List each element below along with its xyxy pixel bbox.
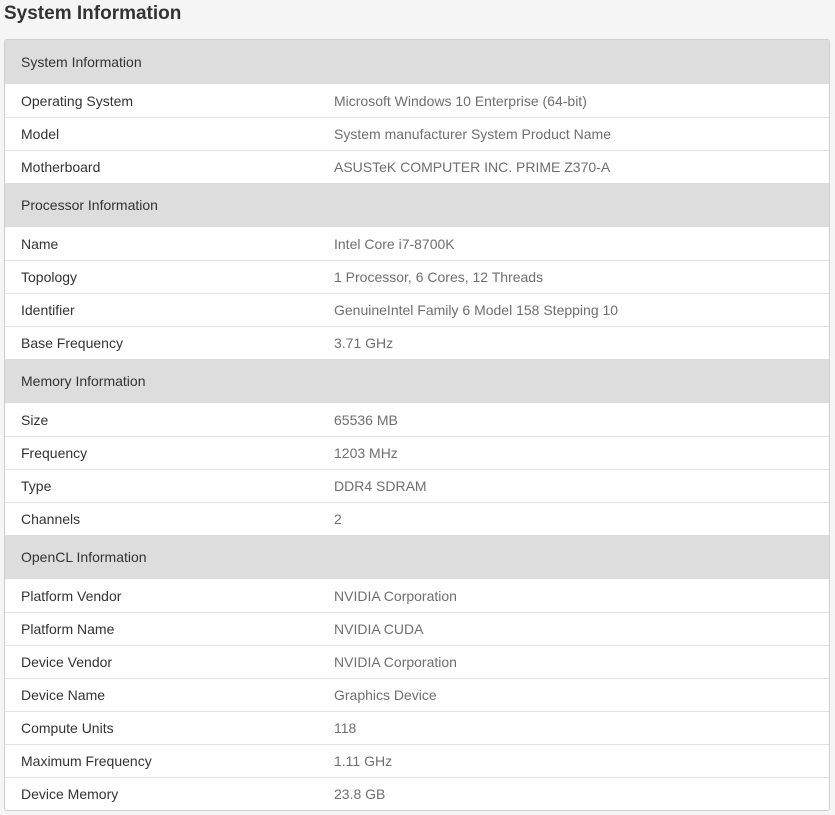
row-value: 3.71 GHz	[334, 335, 394, 351]
row-label: Base Frequency	[21, 335, 123, 351]
row-label: Topology	[21, 269, 78, 285]
row-label: Platform Name	[21, 621, 115, 637]
table-row: Device Vendor NVIDIA Corporation	[5, 645, 829, 678]
section-header-system: System Information	[5, 40, 829, 84]
row-label: Maximum Frequency	[21, 753, 152, 769]
row-label: Identifier	[21, 302, 75, 318]
row-value: 23.8 GB	[334, 786, 386, 802]
page-title: System Information	[4, 3, 182, 24]
table-row: Device Memory 23.8 GB	[5, 777, 829, 810]
table-row: Channels 2	[5, 502, 829, 535]
row-label: Device Name	[21, 687, 106, 703]
row-label: Size	[21, 411, 49, 428]
row-value: Graphics Device	[334, 687, 437, 703]
row-label: Frequency	[21, 445, 88, 461]
row-value: Intel Core i7-8700K	[334, 235, 455, 252]
row-value: 1203 MHz	[334, 445, 398, 461]
section-header-opencl: OpenCL Information	[5, 535, 829, 579]
row-value: Microsoft Windows 10 Enterprise (64-bit)	[334, 92, 587, 109]
row-label: Operating System	[21, 92, 134, 109]
row-label: Type	[21, 478, 52, 494]
row-label: Name	[21, 235, 59, 252]
table-row: Platform Vendor NVIDIA Corporation	[5, 579, 829, 612]
row-label: Compute Units	[21, 720, 114, 736]
row-value: 2	[334, 511, 342, 527]
table-row: Frequency 1203 MHz	[5, 436, 829, 469]
table-row: Model System manufacturer System Product…	[5, 117, 829, 150]
table-row: Type DDR4 SDRAM	[5, 469, 829, 502]
row-value: ASUSTeK COMPUTER INC. PRIME Z370-A	[334, 159, 611, 175]
row-value: 65536 MB	[334, 411, 398, 428]
table-row: Name Intel Core i7-8700K	[5, 227, 829, 260]
row-label: Device Memory	[21, 786, 119, 802]
row-value: 1.11 GHz	[334, 753, 393, 769]
table-row: Motherboard ASUSTeK COMPUTER INC. PRIME …	[5, 150, 829, 183]
table-row: Compute Units 118	[5, 711, 829, 744]
row-value: GenuineIntel Family 6 Model 158 Stepping…	[334, 302, 619, 318]
row-value: 118	[334, 720, 357, 736]
table-row: Platform Name NVIDIA CUDA	[5, 612, 829, 645]
row-value: System manufacturer System Product Name	[334, 126, 611, 142]
row-label: Channels	[21, 511, 81, 527]
table-row: Maximum Frequency 1.11 GHz	[5, 744, 829, 777]
row-value: NVIDIA Corporation	[334, 587, 457, 604]
row-value: NVIDIA Corporation	[334, 654, 457, 670]
table-row: Topology 1 Processor, 6 Cores, 12 Thread…	[5, 260, 829, 293]
table-row: Size 65536 MB	[5, 403, 829, 436]
row-value: NVIDIA CUDA	[334, 621, 424, 637]
section-header-processor: Processor Information	[5, 183, 829, 227]
table-row: Operating System Microsoft Windows 10 En…	[5, 84, 829, 117]
table-row: Device Name Graphics Device	[5, 678, 829, 711]
row-label: Platform Vendor	[21, 587, 122, 604]
row-label: Motherboard	[21, 159, 101, 175]
row-label: Model	[21, 126, 60, 142]
row-value: 1 Processor, 6 Cores, 12 Threads	[334, 269, 544, 285]
system-info-table: System Information Operating System Micr…	[4, 39, 830, 811]
row-value: DDR4 SDRAM	[334, 478, 427, 494]
row-label: Device Vendor	[21, 654, 113, 670]
table-row: Base Frequency 3.71 GHz	[5, 326, 829, 359]
table-row: Identifier GenuineIntel Family 6 Model 1…	[5, 293, 829, 326]
section-header-memory: Memory Information	[5, 359, 829, 403]
